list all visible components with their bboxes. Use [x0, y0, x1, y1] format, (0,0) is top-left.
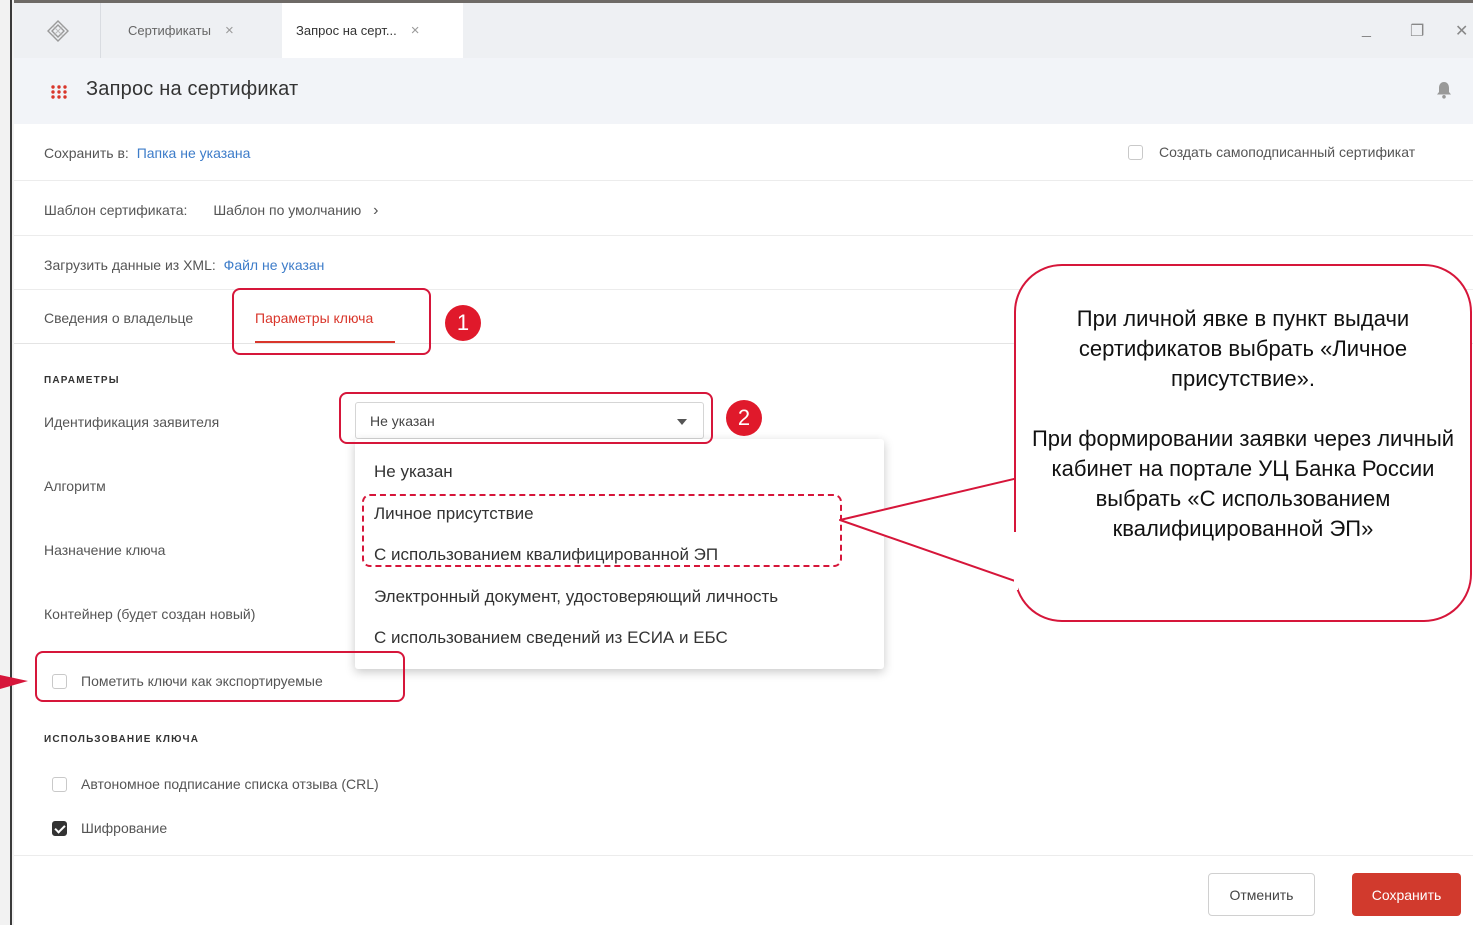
- tab-certificates-label: Сертификаты: [128, 23, 211, 38]
- encryption-option[interactable]: Шифрование: [52, 820, 167, 836]
- self-signed-option[interactable]: Создать самоподписанный сертификат: [1128, 144, 1415, 160]
- annotation-highlight-options: [362, 494, 842, 567]
- annotation-highlight-tab: [232, 288, 431, 355]
- crl-option[interactable]: Автономное подписание списка отзыва (CRL…: [52, 776, 379, 792]
- dropdown-option[interactable]: Электронный документ, удостоверяющий лич…: [374, 587, 778, 607]
- dropdown-option[interactable]: Не указан: [374, 462, 453, 482]
- page-title: Запрос на сертификат: [86, 78, 299, 100]
- params-section-title: ПАРАМЕТРЫ: [44, 375, 120, 386]
- template-label: Шаблон сертификата:: [44, 202, 188, 218]
- save-to-row: Сохранить в: Папка не указана Создать са…: [14, 124, 1473, 181]
- tab-certificates[interactable]: Сертификаты ×: [100, 3, 282, 58]
- xml-file-link[interactable]: Файл не указан: [224, 257, 325, 273]
- callout-pointer: [839, 477, 1019, 583]
- save-button[interactable]: Сохранить: [1352, 873, 1461, 916]
- encryption-checkbox[interactable]: [52, 820, 67, 836]
- identification-label: Идентификация заявителя: [44, 414, 220, 430]
- bell-icon[interactable]: [1436, 81, 1452, 99]
- restore-icon[interactable]: ❐: [1410, 21, 1424, 41]
- annotation-callout: При личной явке в пункт выдачи сертифика…: [1014, 264, 1472, 622]
- self-signed-checkbox[interactable]: [1128, 144, 1143, 160]
- xml-label: Загрузить данные из XML:: [44, 257, 216, 273]
- page-header: Запрос на сертификат: [14, 58, 1473, 124]
- annotation-badge-2: 2: [726, 400, 762, 436]
- algorithm-label: Алгоритм: [44, 478, 106, 494]
- key-usage-section-title: ИСПОЛЬЗОВАНИЕ КЛЮЧА: [44, 734, 200, 745]
- self-signed-label: Создать самоподписанный сертификат: [1159, 144, 1416, 160]
- chevron-right-icon[interactable]: ›: [373, 202, 378, 219]
- dropdown-option[interactable]: С использованием сведений из ЕСИА и ЕБС: [374, 628, 728, 648]
- template-row: Шаблон сертификата: Шаблон по умолчанию …: [14, 181, 1473, 236]
- close-window-icon[interactable]: ✕: [1455, 21, 1468, 41]
- close-icon[interactable]: ×: [225, 22, 234, 39]
- app-logo-icon: [47, 20, 69, 42]
- annotation-highlight-exportable: [35, 651, 405, 702]
- crl-label: Автономное подписание списка отзыва (CRL…: [81, 776, 379, 792]
- window-frame-left: [0, 0, 14, 925]
- close-icon[interactable]: ×: [411, 22, 420, 39]
- save-to-label: Сохранить в:: [44, 145, 129, 161]
- annotation-arrow-icon: [0, 675, 28, 689]
- template-value-link[interactable]: Шаблон по умолчанию: [213, 202, 361, 218]
- cancel-button[interactable]: Отменить: [1208, 873, 1315, 916]
- apps-grid-icon[interactable]: [50, 84, 68, 100]
- tab-certificate-request[interactable]: Запрос на серт... ×: [282, 3, 463, 58]
- container-label: Контейнер (будет создан новый): [44, 606, 256, 622]
- callout-text-1: При личной явке в пункт выдачи сертифика…: [1076, 306, 1410, 391]
- crl-checkbox[interactable]: [52, 776, 67, 792]
- annotation-highlight-select: [339, 392, 713, 444]
- save-to-folder-link[interactable]: Папка не указана: [137, 145, 251, 161]
- minimize-icon[interactable]: _: [1362, 21, 1371, 39]
- tab-bar: Сертификаты × Запрос на серт... × _ ❐ ✕: [14, 3, 1473, 58]
- annotation-badge-1: 1: [445, 305, 481, 341]
- footer-bar: Отменить Сохранить: [14, 855, 1473, 925]
- tab-certificate-request-label: Запрос на серт...: [296, 23, 397, 38]
- tab-owner-info[interactable]: Сведения о владельце: [44, 310, 193, 326]
- callout-text-2: При формировании заявки через личный каб…: [1031, 426, 1455, 541]
- key-purpose-label: Назначение ключа: [44, 542, 166, 558]
- encryption-label: Шифрование: [81, 820, 168, 836]
